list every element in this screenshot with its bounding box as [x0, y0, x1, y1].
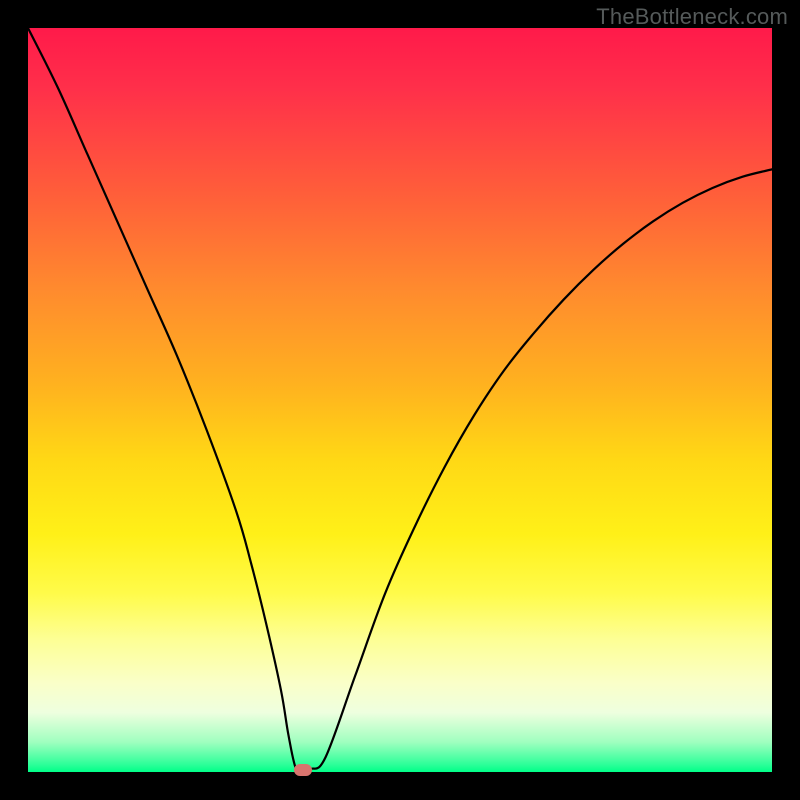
bottleneck-curve [28, 28, 772, 771]
chart-plot-area [28, 28, 772, 772]
watermark-text: TheBottleneck.com [596, 4, 788, 30]
chart-curve-svg [28, 28, 772, 772]
optimal-point-marker [294, 764, 312, 776]
